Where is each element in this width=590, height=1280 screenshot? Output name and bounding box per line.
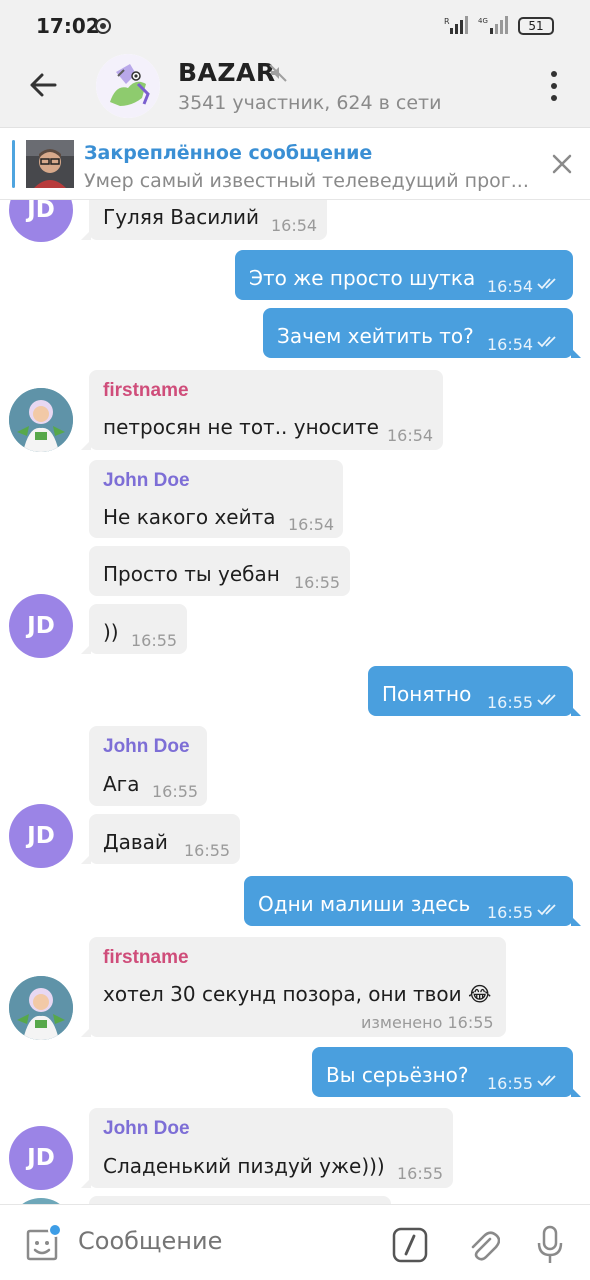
message-text: Ага: [103, 772, 140, 796]
message-bubble-incoming[interactable]: John Doe Сладенький пиздуй уже))) 16:55: [81, 1108, 453, 1188]
message-time: 16:54: [487, 335, 534, 354]
avatar[interactable]: JD: [9, 1126, 73, 1190]
double-check-icon: [537, 336, 556, 348]
message-time: 16:54: [487, 277, 534, 296]
message-bubble-incoming[interactable]: John Doe Ага 16:55: [89, 726, 207, 806]
double-check-icon: [537, 904, 556, 916]
attach-icon[interactable]: [466, 1227, 500, 1263]
avatar-image: [9, 388, 73, 452]
message-bubble-outgoing[interactable]: Вы серьёзно? 16:55: [312, 1047, 581, 1097]
message-bubble-incoming[interactable]: Гуляя Василий 16:54: [81, 200, 327, 240]
muted-icon: [269, 64, 287, 82]
notification-icon: [95, 18, 111, 34]
message-text: хотел 30 секунд позора, они твои 😂: [103, 982, 492, 1006]
message-text: Одни малиши здесь: [258, 892, 471, 916]
message-bubble-incoming[interactable]: [89, 1196, 391, 1204]
group-avatar-image: [96, 54, 160, 118]
message-time: 16:54: [271, 216, 318, 235]
message-time: 16:55: [487, 903, 534, 922]
svg-text:R: R: [444, 17, 450, 26]
avatar[interactable]: [9, 976, 73, 1040]
message-text: Это же просто шутка: [249, 266, 476, 290]
battery-icon: 51: [518, 17, 554, 35]
message-text: Гуляя Василий: [103, 205, 259, 229]
avatar-image: [9, 976, 73, 1040]
status-bar: 17:02 R 4G 51: [0, 0, 590, 44]
close-icon[interactable]: [550, 152, 574, 176]
svg-text:4G: 4G: [478, 17, 488, 25]
message-bubble-incoming[interactable]: Просто ты уебан 16:55: [89, 546, 350, 596]
message-bubble-outgoing[interactable]: Это же просто шутка 16:54: [235, 250, 573, 300]
sender-name[interactable]: John Doe: [103, 470, 190, 492]
message-time: 16:55: [131, 631, 178, 650]
message-composer: [0, 1204, 590, 1280]
message-time: 16:55: [152, 782, 199, 801]
message-text: Вы серьёзно?: [326, 1063, 469, 1087]
message-input[interactable]: [78, 1227, 368, 1255]
status-time: 17:02: [36, 14, 100, 38]
pinned-text: Умер самый известный телеведущий прог...: [84, 170, 529, 192]
message-text: Не какого хейта: [103, 505, 276, 529]
back-arrow-icon[interactable]: [28, 70, 58, 100]
pinned-title: Закреплённое сообщение: [84, 142, 373, 164]
sender-name[interactable]: John Doe: [103, 1118, 190, 1140]
chat-title[interactable]: BAZAR: [178, 58, 276, 87]
notification-dot: [48, 1223, 62, 1237]
message-time: 16:55: [487, 1074, 534, 1093]
message-bubble-incoming[interactable]: )) 16:55: [81, 604, 187, 654]
message-time: 16:55: [294, 573, 341, 592]
message-time: 16:54: [387, 426, 434, 445]
sender-name[interactable]: firstname: [103, 380, 189, 402]
double-check-icon: [537, 1075, 556, 1087]
signal-4g-icon: 4G: [478, 16, 508, 34]
message-text: петросян не тот.. уносите: [103, 415, 379, 439]
chat-header: BAZAR 3541 участник, 624 в сети: [0, 44, 590, 128]
signal-icon: R: [444, 16, 468, 34]
message-time: 16:54: [288, 515, 335, 534]
avatar[interactable]: [9, 388, 73, 452]
avatar[interactable]: JD: [9, 594, 73, 658]
message-text: Просто ты уебан: [103, 562, 280, 586]
message-time: 16:55: [487, 693, 534, 712]
microphone-icon[interactable]: [536, 1225, 564, 1265]
message-bubble-outgoing[interactable]: Понятно 16:55: [368, 666, 581, 716]
sender-name[interactable]: firstname: [103, 947, 189, 969]
message-time: 16:55: [397, 1164, 444, 1183]
message-text: Давай: [103, 830, 168, 854]
avatar[interactable]: JD: [9, 804, 73, 868]
message-list[interactable]: JD Гуляя Василий 16:54 Это же просто шут…: [0, 200, 590, 1204]
message-bubble-incoming[interactable]: John Doe Не какого хейта 16:54: [89, 460, 343, 538]
sender-name[interactable]: John Doe: [103, 736, 190, 758]
double-check-icon: [537, 278, 556, 290]
pinned-accent-bar: [12, 140, 15, 188]
message-bubble-outgoing[interactable]: Одни малиши здесь 16:55: [244, 876, 581, 926]
group-avatar[interactable]: [96, 54, 160, 118]
pinned-thumbnail: [26, 140, 74, 188]
message-bubble-outgoing[interactable]: Зачем хейтить то? 16:54: [263, 308, 581, 358]
pinned-message[interactable]: Закреплённое сообщение Умер самый извест…: [0, 128, 590, 200]
more-menu-icon[interactable]: [544, 68, 564, 104]
message-bubble-incoming[interactable]: firstname петросян не тот.. уносите 16:5…: [81, 370, 443, 450]
bot-command-icon[interactable]: [392, 1227, 428, 1263]
message-text: Понятно: [382, 682, 472, 706]
message-text: )): [103, 620, 119, 644]
chat-subtitle: 3541 участник, 624 в сети: [178, 92, 442, 114]
avatar[interactable]: JD: [9, 200, 73, 242]
message-time: изменено 16:55: [361, 1013, 494, 1032]
pinned-photo: [26, 140, 74, 188]
message-text: Сладенький пиздуй уже))): [103, 1154, 385, 1178]
message-bubble-incoming[interactable]: firstname хотел 30 секунд позора, они тв…: [81, 937, 506, 1037]
message-time: 16:55: [184, 841, 231, 860]
message-text: Зачем хейтить то?: [277, 324, 474, 348]
message-bubble-incoming[interactable]: Давай 16:55: [81, 814, 240, 864]
double-check-icon: [537, 694, 556, 706]
